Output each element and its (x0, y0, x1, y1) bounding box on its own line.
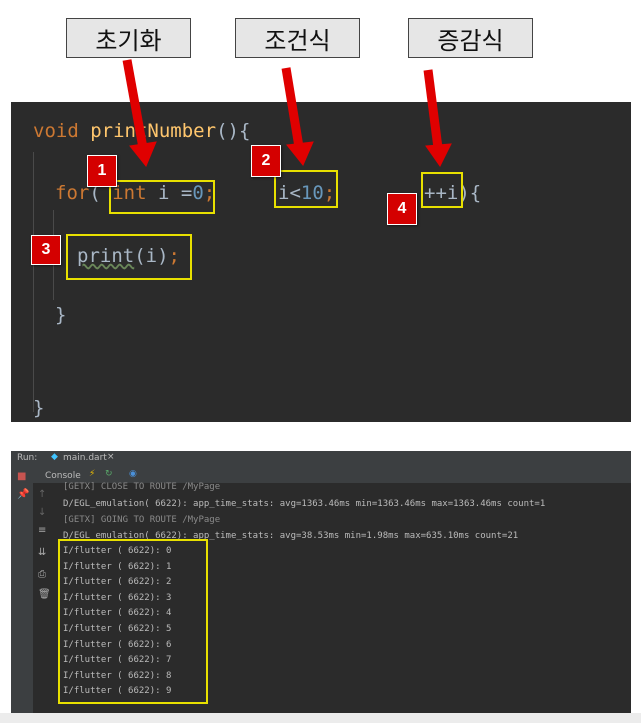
label-condition: 조건식 (235, 18, 360, 58)
run-header: Run: ◆ main.dart × (11, 451, 631, 468)
label-increment: 증감식 (408, 18, 533, 58)
badge-3: 3 (31, 235, 61, 265)
badge-4: 4 (387, 193, 417, 225)
tab-console[interactable]: Console (45, 471, 81, 481)
bottom-strip (0, 713, 641, 723)
tab-main-dart[interactable]: main.dart (63, 453, 107, 463)
down-icon[interactable]: ↓ (38, 507, 46, 518)
console-line: [GETX] CLOSE TO ROUTE /MyPage (63, 482, 221, 492)
highlight-print (66, 234, 192, 280)
run-console-panel: Run: ◆ main.dart × Console ⚡ ↻ ◉ ■ 📌 ↑ ↓… (11, 451, 631, 713)
reload-icon[interactable]: ↻ (105, 469, 113, 479)
dart-icon: ◆ (51, 452, 58, 462)
badge-1: 1 (87, 155, 117, 187)
highlight-increment (421, 172, 463, 208)
console-gutter: ■ 📌 ↑ ↓ ≡ ⇊ ⎙ 🗑 (11, 467, 51, 713)
console-line: [GETX] GOING TO ROUTE /MyPage (63, 515, 221, 525)
run-label: Run: (17, 453, 38, 463)
highlight-flutter-output (58, 539, 208, 704)
code-line-function-signature: void printNumber(){ (33, 120, 251, 142)
highlight-initialization (109, 180, 215, 214)
highlight-condition (274, 170, 338, 208)
lightning-icon[interactable]: ⚡ (89, 469, 95, 479)
badge-2: 2 (251, 145, 281, 177)
console-line: D/EGL_emulation( 6622): app_time_stats: … (63, 499, 546, 509)
code-editor: void printNumber(){ for( int i =0; i<10;… (11, 102, 631, 422)
label-initialization: 초기화 (66, 18, 191, 58)
code-line-close-function: } (33, 397, 45, 419)
devtools-icon[interactable]: ◉ (129, 469, 137, 479)
print-icon[interactable]: ⎙ (38, 569, 46, 580)
pin-icon[interactable]: 📌 (17, 489, 29, 500)
stop-icon[interactable]: ■ (17, 471, 26, 482)
run-toolbar: Console ⚡ ↻ ◉ (11, 467, 631, 483)
code-line-close-for: } (55, 304, 67, 326)
trash-icon[interactable]: 🗑 (38, 589, 51, 600)
soft-wrap-icon[interactable]: ≡ (38, 525, 46, 536)
indent-guide (33, 152, 34, 412)
close-icon[interactable]: × (107, 452, 115, 462)
up-icon[interactable]: ↑ (38, 489, 46, 500)
scroll-end-icon[interactable]: ⇊ (38, 547, 46, 558)
